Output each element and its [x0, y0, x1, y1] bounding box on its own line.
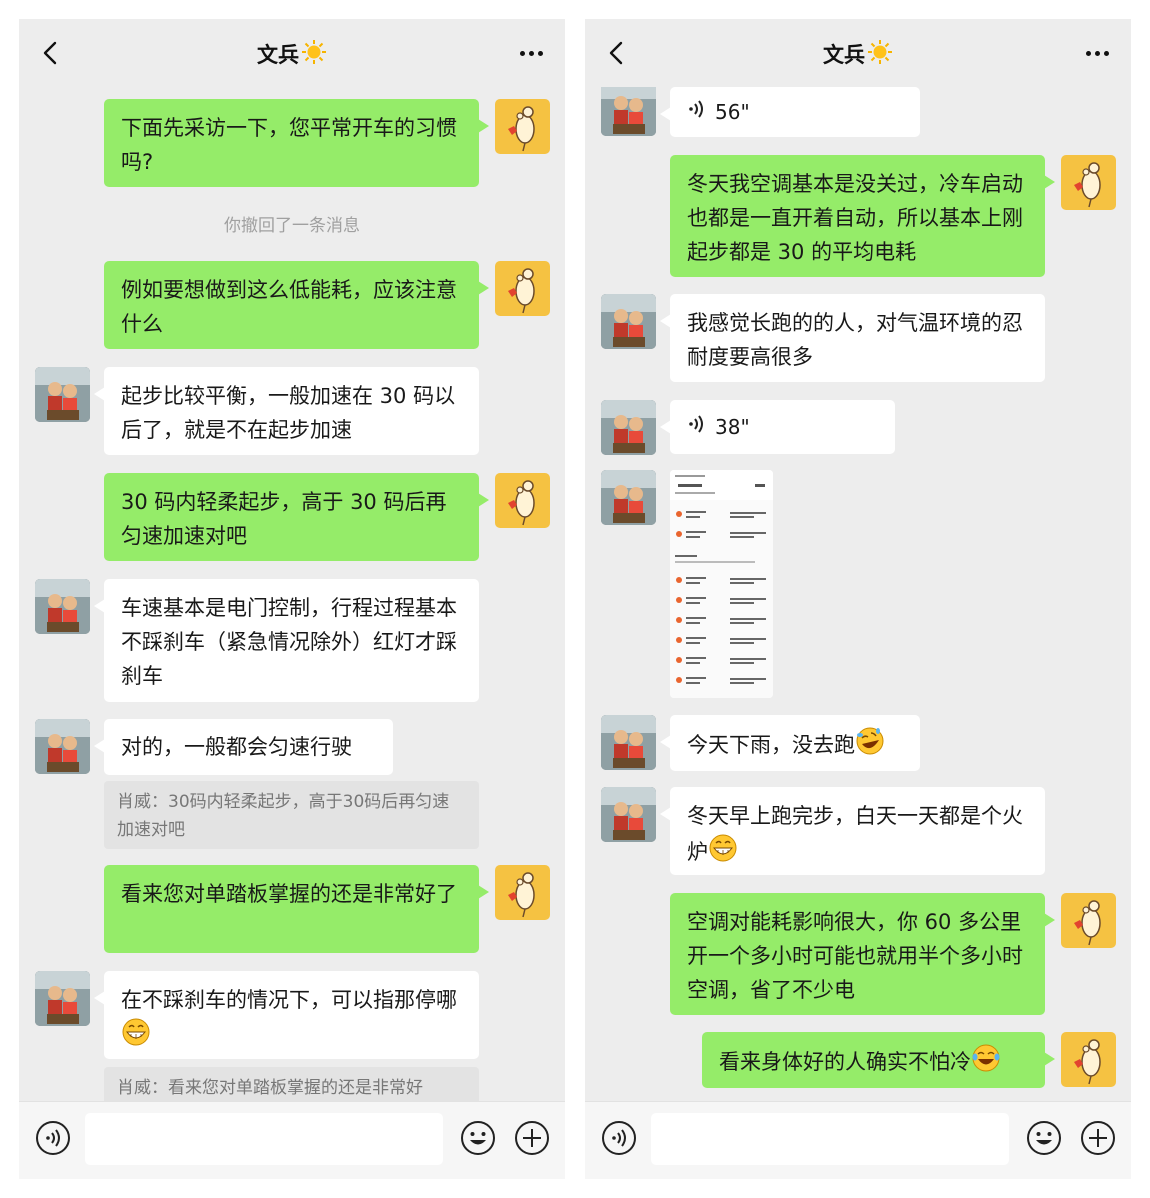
message-bubble-contact[interactable]: 车速基本是电门控制，行程过程基本不踩刹车（紧急情况除外）红灯才踩刹车: [94, 579, 479, 702]
voice-wave-icon: [689, 100, 703, 118]
message-bubble-self[interactable]: 冬天我空调基本是没关过，冷车启动也都是一直开着自动，所以基本上刚起步都是 30 …: [670, 155, 1055, 277]
avatar-self[interactable]: [495, 473, 550, 528]
message-input[interactable]: [651, 1113, 1009, 1165]
emoji-icon[interactable]: [1025, 1119, 1063, 1157]
avatar-self[interactable]: [1061, 893, 1116, 948]
more-options-icon[interactable]: [516, 49, 543, 58]
message-bubble-self[interactable]: 看来身体好的人确实不怕冷: [702, 1032, 1055, 1088]
message-bubble-self[interactable]: 空调对能耗影响很大，你 60 多公里开一个多小时可能也就用半个多小时空调，省了不…: [670, 893, 1055, 1015]
rofl-emoji-icon: [856, 727, 884, 755]
voice-wave-icon: [689, 415, 703, 433]
chat-title: 文兵: [19, 39, 565, 69]
recall-notice: 你撤回了一条消息: [224, 216, 360, 236]
more-options-icon[interactable]: [1082, 49, 1109, 58]
avatar-self[interactable]: [495, 261, 550, 316]
avatar-contact[interactable]: [601, 400, 656, 455]
message-bubble-contact[interactable]: 我感觉长跑的的人，对气温环境的忍耐度要高很多: [660, 294, 1045, 382]
message-bubble-self[interactable]: 下面先采访一下，您平常开车的习惯吗?: [104, 99, 489, 187]
avatar-contact[interactable]: [601, 715, 656, 770]
avatar-contact[interactable]: [35, 367, 90, 422]
voice-message[interactable]: 56": [660, 87, 920, 137]
avatar-contact[interactable]: [35, 579, 90, 634]
message-bubble-self[interactable]: 30 码内轻柔起步，高于 30 码后再匀速加速对吧: [104, 473, 489, 561]
message-text: 看来身体好的人确实不怕冷: [719, 1050, 971, 1074]
voice-input-icon[interactable]: [600, 1119, 638, 1157]
tears-of-joy-emoji-icon: [972, 1044, 1000, 1072]
avatar-contact[interactable]: [35, 719, 90, 774]
voice-input-icon[interactable]: [34, 1119, 72, 1157]
message-input[interactable]: [85, 1113, 443, 1165]
sun-emoji-icon: [868, 40, 892, 64]
chat-title: 文兵: [585, 39, 1131, 69]
message-bubble-contact[interactable]: 对的，一般都会匀速行驶: [94, 719, 393, 775]
add-icon[interactable]: [513, 1119, 551, 1157]
grin-emoji-icon: [709, 834, 737, 862]
voice-duration: 56": [715, 100, 750, 124]
emoji-icon[interactable]: [459, 1119, 497, 1157]
chat-header-overlay: 文兵: [585, 19, 1131, 87]
chat-panel-right: 文兵 56" 文兵 冬天我空调基本是没关过，冷车启动也都是一直开着自动，所以基本…: [585, 19, 1131, 1179]
message-bubble-contact[interactable]: 今天下雨，没去跑: [660, 715, 920, 771]
avatar-contact[interactable]: [601, 294, 656, 349]
avatar-contact[interactable]: [35, 971, 90, 1026]
quoted-reply[interactable]: 肖威：30码内轻柔起步，高于30码后再匀速加速对吧: [104, 781, 479, 849]
voice-duration: 38": [715, 415, 750, 439]
message-bubble-contact[interactable]: 起步比较平衡，一般加速在 30 码以后了，就是不在起步加速: [94, 367, 479, 455]
chat-panel-left: 文兵 下面先采访一下，您平常开车的习惯吗? 你撤回了一条消息 例如要想做到这么低…: [19, 19, 565, 1179]
sun-emoji-icon: [302, 40, 326, 64]
voice-message[interactable]: 38": [660, 400, 895, 454]
grin-emoji-icon: [122, 1018, 150, 1046]
chat-header: 文兵: [19, 19, 565, 87]
message-text: 在不踩刹车的情况下，可以指那停哪: [121, 988, 457, 1012]
avatar-self[interactable]: [495, 99, 550, 154]
avatar-self[interactable]: [1061, 155, 1116, 210]
avatar-self[interactable]: [1061, 1032, 1116, 1087]
message-bubble-self[interactable]: 例如要想做到这么低能耗，应该注意什么: [104, 261, 489, 349]
input-bar: [19, 1101, 565, 1179]
avatar-self[interactable]: [495, 865, 550, 920]
running-log-screenshot-thumbnail: [670, 470, 773, 698]
avatar-contact[interactable]: [601, 787, 656, 842]
message-bubble-self[interactable]: 看来您对单踏板掌握的还是非常好了: [104, 865, 489, 953]
screenshot-image-message[interactable]: [670, 470, 773, 698]
message-bubble-contact[interactable]: 冬天早上跑完步，白天一天都是个火炉: [660, 787, 1045, 875]
message-text: 今天下雨，没去跑: [687, 733, 855, 757]
message-bubble-contact[interactable]: 在不踩刹车的情况下，可以指那停哪: [94, 971, 479, 1059]
add-icon[interactable]: [1079, 1119, 1117, 1157]
avatar-contact[interactable]: [601, 81, 656, 136]
input-bar: [585, 1101, 1131, 1179]
avatar-contact[interactable]: [601, 470, 656, 525]
